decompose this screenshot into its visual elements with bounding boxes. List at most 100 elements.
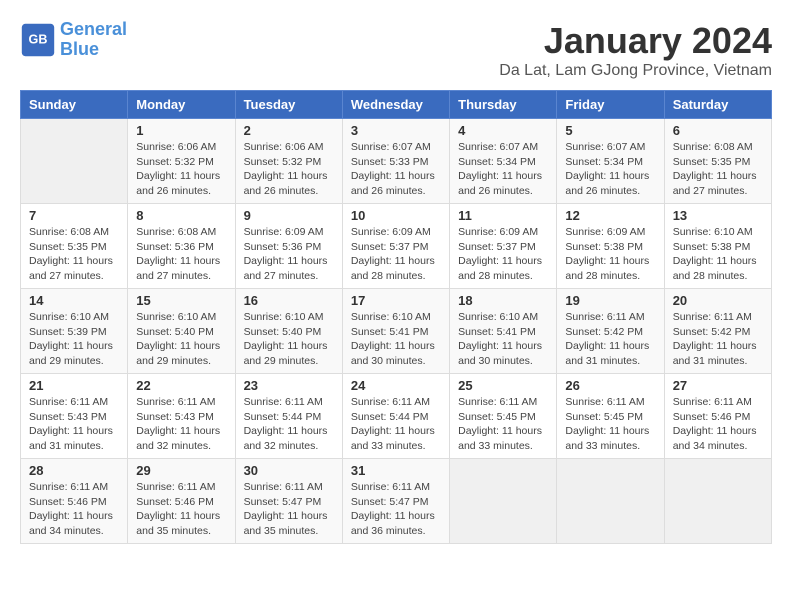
- day-number: 9: [244, 208, 334, 223]
- day-info: Sunrise: 6:10 AM Sunset: 5:39 PM Dayligh…: [29, 310, 119, 369]
- calendar-cell: 5 Sunrise: 6:07 AM Sunset: 5:34 PM Daylig…: [557, 119, 664, 204]
- calendar-cell: 28Sunrise: 6:11 AM Sunset: 5:46 PM Dayli…: [21, 459, 128, 544]
- day-info: Sunrise: 6:10 AM Sunset: 5:38 PM Dayligh…: [673, 225, 763, 284]
- day-info: Sunrise: 6:08 AM Sunset: 5:35 PM Dayligh…: [29, 225, 119, 284]
- day-info: Sunrise: 6:11 AM Sunset: 5:45 PM Dayligh…: [565, 395, 655, 454]
- day-info: Sunrise: 6:10 AM Sunset: 5:40 PM Dayligh…: [244, 310, 334, 369]
- calendar-cell: 3 Sunrise: 6:07 AM Sunset: 5:33 PM Daylig…: [342, 119, 449, 204]
- calendar-title: January 2024: [499, 20, 772, 62]
- day-info: Sunrise: 6:08 AM Sunset: 5:35 PM Dayligh…: [673, 140, 763, 199]
- calendar-cell: 8 Sunrise: 6:08 AM Sunset: 5:36 PM Daylig…: [128, 204, 235, 289]
- calendar-cell: 12Sunrise: 6:09 AM Sunset: 5:38 PM Dayli…: [557, 204, 664, 289]
- calendar-cell: 10 Sunrise: 6:09 AM Sunset: 5:37 PM Dayli…: [342, 204, 449, 289]
- day-number: 23: [244, 378, 334, 393]
- week-row-5: 28Sunrise: 6:11 AM Sunset: 5:46 PM Dayli…: [21, 459, 772, 544]
- day-number: 5: [565, 123, 655, 138]
- day-number: 20: [673, 293, 763, 308]
- day-number: 29: [136, 463, 226, 478]
- calendar-cell: [664, 459, 771, 544]
- logo: GB General Blue: [20, 20, 127, 60]
- calendar-cell: 6 Sunrise: 6:08 AM Sunset: 5:35 PM Daylig…: [664, 119, 771, 204]
- day-number: 17: [351, 293, 441, 308]
- day-info: Sunrise: 6:11 AM Sunset: 5:44 PM Dayligh…: [351, 395, 441, 454]
- calendar-subtitle: Da Lat, Lam GJong Province, Vietnam: [499, 62, 772, 80]
- calendar-table: SundayMondayTuesdayWednesdayThursdayFrid…: [20, 90, 772, 544]
- calendar-cell: 1 Sunrise: 6:06 AM Sunset: 5:32 PM Daylig…: [128, 119, 235, 204]
- logo-text: General Blue: [60, 20, 127, 60]
- day-number: 24: [351, 378, 441, 393]
- calendar-cell: 4Sunrise: 6:07 AM Sunset: 5:34 PM Daylig…: [450, 119, 557, 204]
- calendar-cell: [21, 119, 128, 204]
- day-info: Sunrise: 6:11 AM Sunset: 5:43 PM Dayligh…: [29, 395, 119, 454]
- day-number: 25: [458, 378, 548, 393]
- weekday-header-saturday: Saturday: [664, 91, 771, 119]
- calendar-cell: 19 Sunrise: 6:11 AM Sunset: 5:42 PM Dayli…: [557, 289, 664, 374]
- day-info: Sunrise: 6:11 AM Sunset: 5:43 PM Dayligh…: [136, 395, 226, 454]
- logo-line2: Blue: [60, 40, 127, 60]
- day-info: Sunrise: 6:09 AM Sunset: 5:36 PM Dayligh…: [244, 225, 334, 284]
- calendar-cell: 21Sunrise: 6:11 AM Sunset: 5:43 PM Dayli…: [21, 374, 128, 459]
- calendar-cell: 26 Sunrise: 6:11 AM Sunset: 5:45 PM Dayli…: [557, 374, 664, 459]
- calendar-cell: 23 Sunrise: 6:11 AM Sunset: 5:44 PM Dayli…: [235, 374, 342, 459]
- day-number: 27: [673, 378, 763, 393]
- weekday-header-monday: Monday: [128, 91, 235, 119]
- day-info: Sunrise: 6:07 AM Sunset: 5:33 PM Dayligh…: [351, 140, 441, 199]
- day-number: 10: [351, 208, 441, 223]
- calendar-cell: 9 Sunrise: 6:09 AM Sunset: 5:36 PM Daylig…: [235, 204, 342, 289]
- day-number: 2: [244, 123, 334, 138]
- calendar-cell: [450, 459, 557, 544]
- day-info: Sunrise: 6:07 AM Sunset: 5:34 PM Dayligh…: [565, 140, 655, 199]
- weekday-header-thursday: Thursday: [450, 91, 557, 119]
- calendar-cell: 17Sunrise: 6:10 AM Sunset: 5:41 PM Dayli…: [342, 289, 449, 374]
- day-info: Sunrise: 6:11 AM Sunset: 5:45 PM Dayligh…: [458, 395, 548, 454]
- weekday-header-sunday: Sunday: [21, 91, 128, 119]
- day-info: Sunrise: 6:06 AM Sunset: 5:32 PM Dayligh…: [244, 140, 334, 199]
- calendar-cell: 29Sunrise: 6:11 AM Sunset: 5:46 PM Dayli…: [128, 459, 235, 544]
- day-number: 1: [136, 123, 226, 138]
- calendar-cell: 31Sunrise: 6:11 AM Sunset: 5:47 PM Dayli…: [342, 459, 449, 544]
- day-info: Sunrise: 6:11 AM Sunset: 5:46 PM Dayligh…: [673, 395, 763, 454]
- day-number: 19: [565, 293, 655, 308]
- svg-text:GB: GB: [29, 32, 48, 46]
- calendar-cell: 20 Sunrise: 6:11 AM Sunset: 5:42 PM Dayli…: [664, 289, 771, 374]
- day-number: 6: [673, 123, 763, 138]
- day-number: 3: [351, 123, 441, 138]
- day-info: Sunrise: 6:08 AM Sunset: 5:36 PM Dayligh…: [136, 225, 226, 284]
- calendar-cell: 14 Sunrise: 6:10 AM Sunset: 5:39 PM Dayli…: [21, 289, 128, 374]
- calendar-cell: [557, 459, 664, 544]
- day-info: Sunrise: 6:11 AM Sunset: 5:42 PM Dayligh…: [565, 310, 655, 369]
- day-info: Sunrise: 6:07 AM Sunset: 5:34 PM Dayligh…: [458, 140, 548, 199]
- day-number: 14: [29, 293, 119, 308]
- day-number: 16: [244, 293, 334, 308]
- weekday-header-friday: Friday: [557, 91, 664, 119]
- week-row-2: 7Sunrise: 6:08 AM Sunset: 5:35 PM Daylig…: [21, 204, 772, 289]
- day-info: Sunrise: 6:06 AM Sunset: 5:32 PM Dayligh…: [136, 140, 226, 199]
- calendar-cell: 15Sunrise: 6:10 AM Sunset: 5:40 PM Dayli…: [128, 289, 235, 374]
- day-number: 30: [244, 463, 334, 478]
- calendar-cell: 18Sunrise: 6:10 AM Sunset: 5:41 PM Dayli…: [450, 289, 557, 374]
- calendar-cell: 7Sunrise: 6:08 AM Sunset: 5:35 PM Daylig…: [21, 204, 128, 289]
- title-block: January 2024 Da Lat, Lam GJong Province,…: [499, 20, 772, 80]
- day-info: Sunrise: 6:11 AM Sunset: 5:47 PM Dayligh…: [244, 480, 334, 539]
- calendar-cell: 30 Sunrise: 6:11 AM Sunset: 5:47 PM Dayli…: [235, 459, 342, 544]
- week-row-3: 14 Sunrise: 6:10 AM Sunset: 5:39 PM Dayli…: [21, 289, 772, 374]
- day-info: Sunrise: 6:09 AM Sunset: 5:37 PM Dayligh…: [351, 225, 441, 284]
- day-number: 31: [351, 463, 441, 478]
- calendar-cell: 11Sunrise: 6:09 AM Sunset: 5:37 PM Dayli…: [450, 204, 557, 289]
- weekday-header-wednesday: Wednesday: [342, 91, 449, 119]
- week-row-1: 1 Sunrise: 6:06 AM Sunset: 5:32 PM Daylig…: [21, 119, 772, 204]
- calendar-cell: 13 Sunrise: 6:10 AM Sunset: 5:38 PM Dayli…: [664, 204, 771, 289]
- weekday-header-tuesday: Tuesday: [235, 91, 342, 119]
- weekday-header-row: SundayMondayTuesdayWednesdayThursdayFrid…: [21, 91, 772, 119]
- day-info: Sunrise: 6:11 AM Sunset: 5:44 PM Dayligh…: [244, 395, 334, 454]
- day-number: 8: [136, 208, 226, 223]
- day-info: Sunrise: 6:11 AM Sunset: 5:42 PM Dayligh…: [673, 310, 763, 369]
- calendar-cell: 16 Sunrise: 6:10 AM Sunset: 5:40 PM Dayli…: [235, 289, 342, 374]
- day-info: Sunrise: 6:10 AM Sunset: 5:40 PM Dayligh…: [136, 310, 226, 369]
- day-number: 26: [565, 378, 655, 393]
- day-number: 13: [673, 208, 763, 223]
- day-info: Sunrise: 6:09 AM Sunset: 5:37 PM Dayligh…: [458, 225, 548, 284]
- day-number: 18: [458, 293, 548, 308]
- day-info: Sunrise: 6:09 AM Sunset: 5:38 PM Dayligh…: [565, 225, 655, 284]
- day-number: 22: [136, 378, 226, 393]
